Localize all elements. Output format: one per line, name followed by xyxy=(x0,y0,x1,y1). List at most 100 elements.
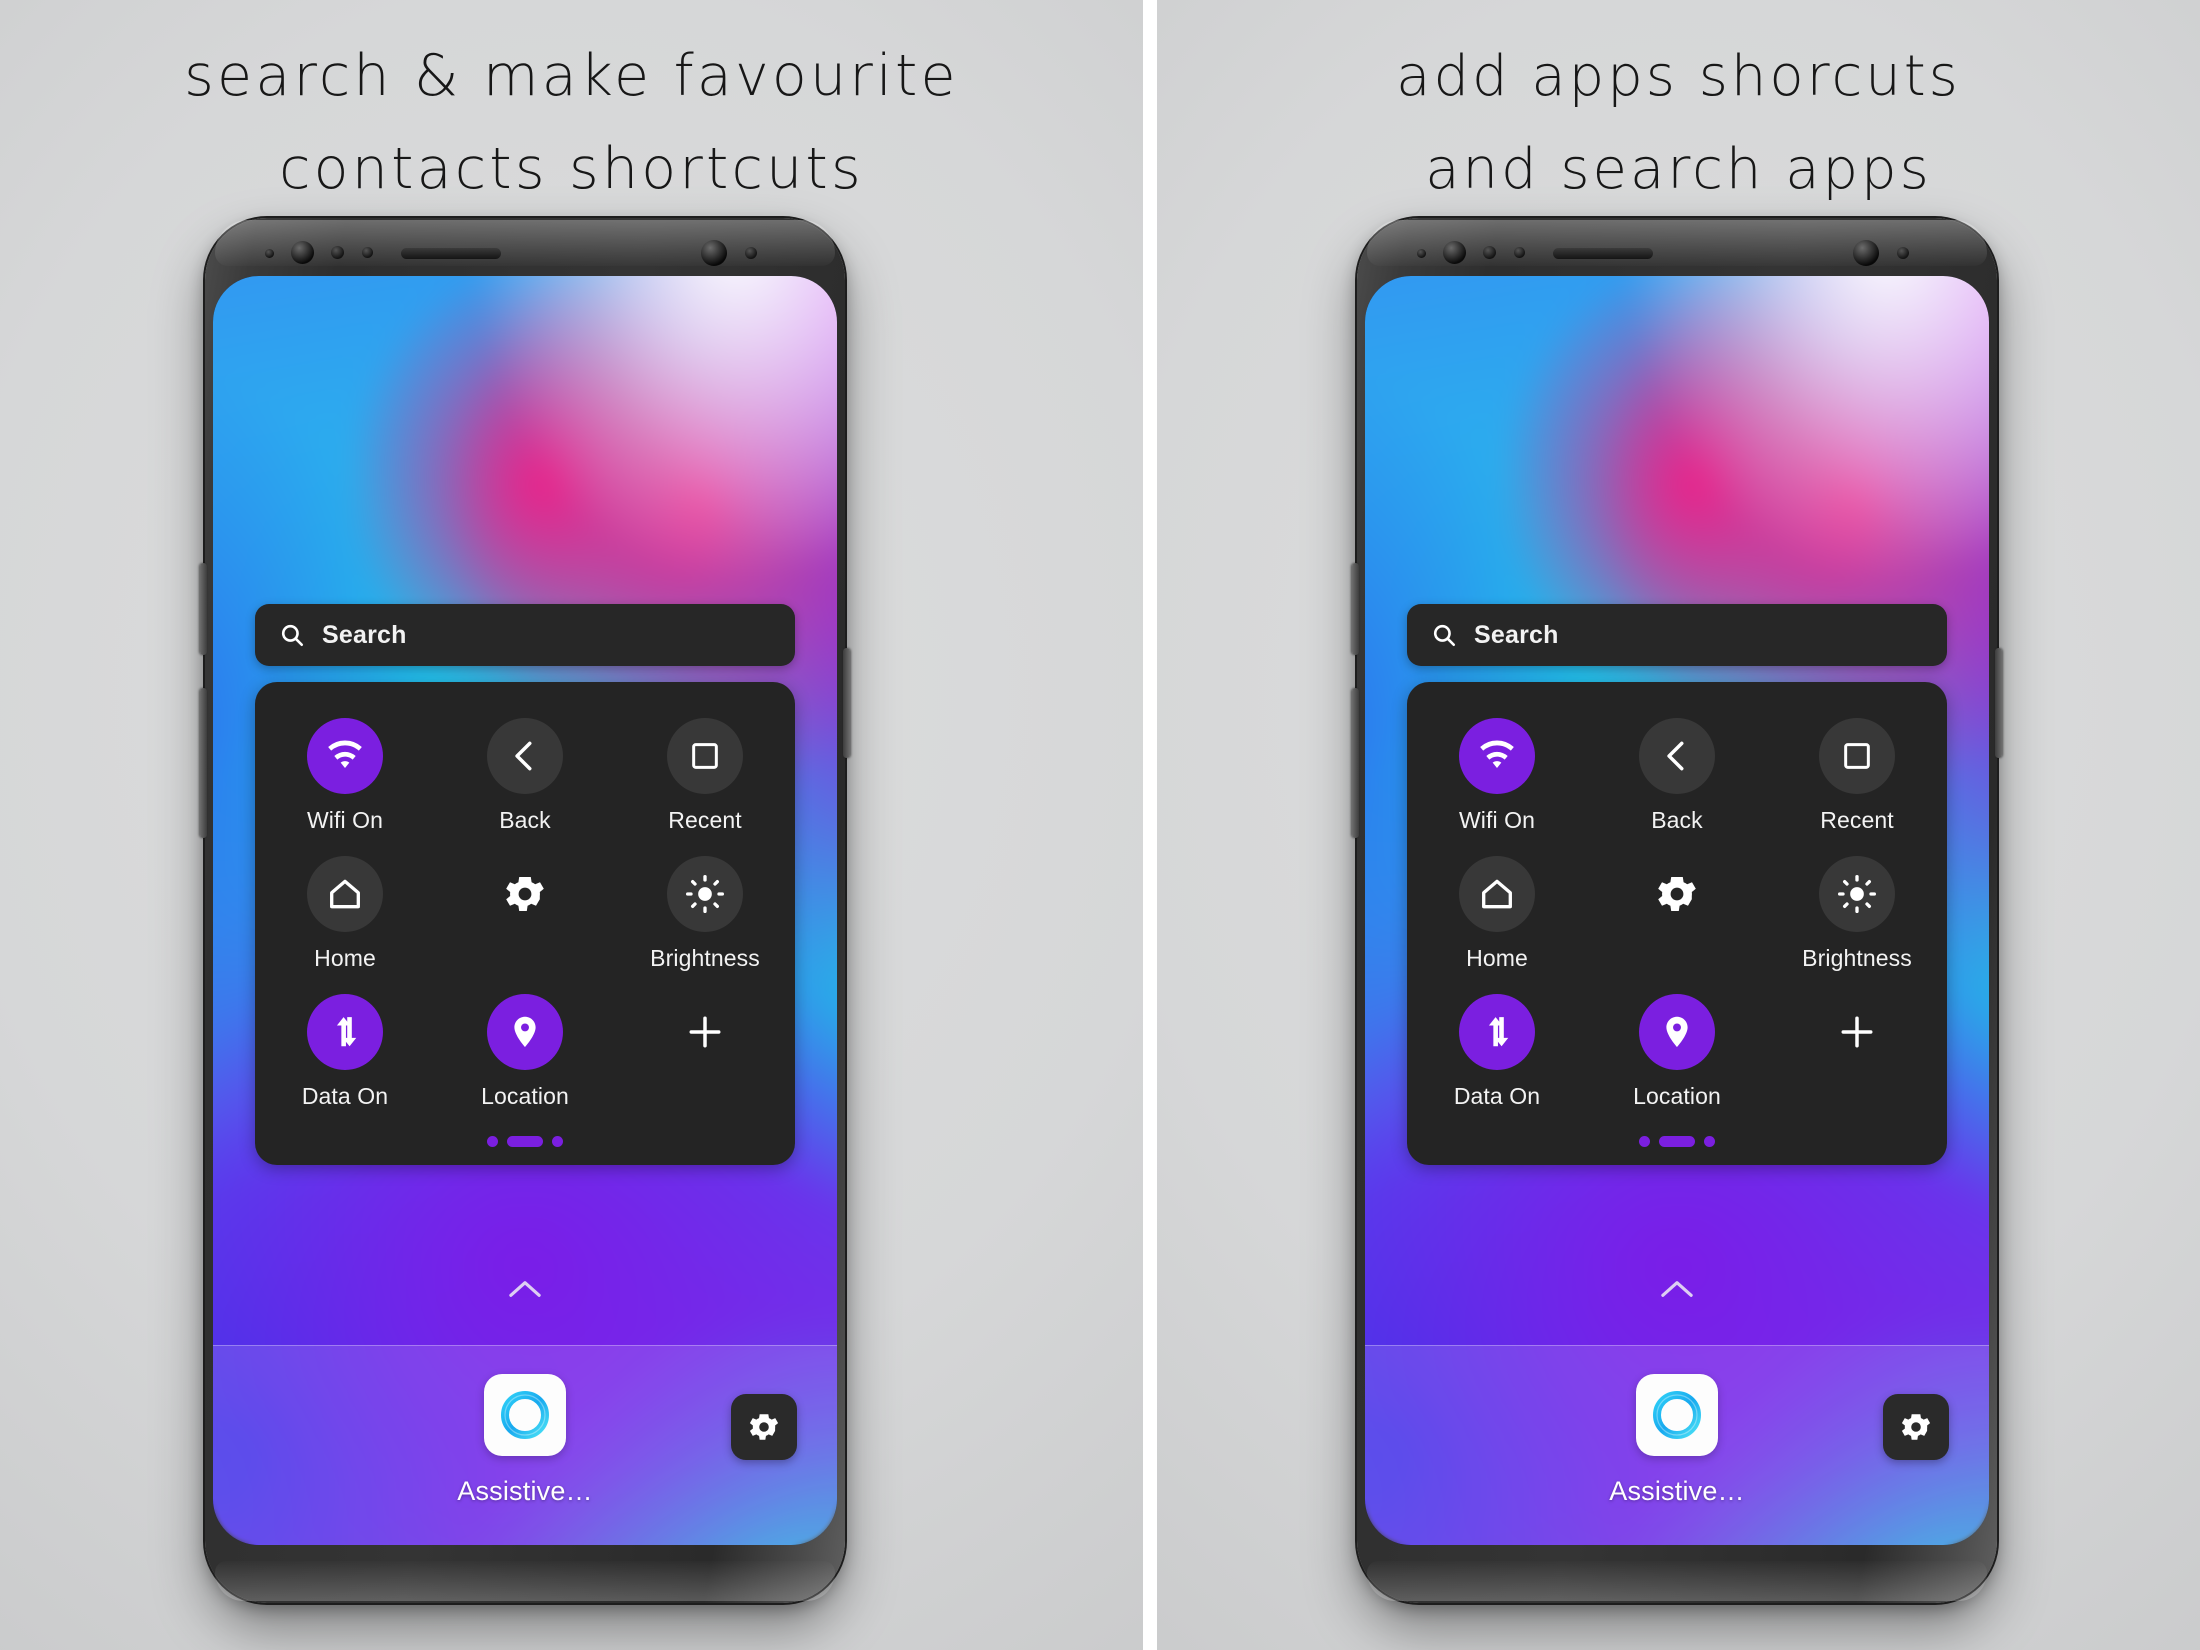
location-icon xyxy=(1639,994,1715,1070)
shortcut-label: Recent xyxy=(1820,807,1894,833)
app-dock: Assistive… xyxy=(213,1345,837,1545)
shortcut-home[interactable]: Home xyxy=(255,856,435,972)
wifi-icon xyxy=(307,718,383,794)
screenshot-stage: search & make favourite contacts shortcu… xyxy=(0,0,2200,1650)
expand-handle[interactable] xyxy=(1365,1278,1989,1300)
back-icon xyxy=(1639,718,1715,794)
search-icon xyxy=(1431,622,1457,648)
shortcut-label: Location xyxy=(1633,1083,1721,1109)
recent-icon xyxy=(1819,718,1895,794)
data-icon xyxy=(307,994,383,1070)
app-label: Assistive… xyxy=(457,1476,593,1506)
brightness-icon xyxy=(667,856,743,932)
search-icon xyxy=(279,622,305,648)
light-sensor-icon xyxy=(362,247,373,258)
sensor-cluster xyxy=(205,240,845,266)
proximity-sensor-icon xyxy=(1483,246,1496,259)
shortcut-label: Wifi On xyxy=(306,807,384,833)
page-dot-active[interactable] xyxy=(1659,1136,1695,1147)
shortcut-settings[interactable] xyxy=(1587,856,1767,972)
shortcut-recent[interactable]: Recent xyxy=(615,718,795,834)
search-placeholder: Search xyxy=(1474,620,1559,649)
search-input[interactable]: Search xyxy=(255,604,795,666)
shortcut-home[interactable]: Home xyxy=(1407,856,1587,972)
shortcut-brightness[interactable]: Brightness xyxy=(1767,856,1947,972)
home-icon xyxy=(1459,856,1535,932)
page-dot-active[interactable] xyxy=(507,1136,543,1147)
power-button[interactable] xyxy=(1995,648,2002,758)
shortcut-label: Home xyxy=(314,945,376,971)
home-icon xyxy=(307,856,383,932)
power-button[interactable] xyxy=(843,648,850,758)
shortcut-label: Back xyxy=(499,807,551,833)
chevron-up-icon xyxy=(506,1278,544,1300)
shortcut-wifi[interactable]: Wifi On xyxy=(1407,718,1587,834)
proximity-sensor-icon xyxy=(331,246,344,259)
app-dock: Assistive… xyxy=(1365,1345,1989,1545)
page-indicator[interactable] xyxy=(1407,1136,1947,1147)
dock-settings-button[interactable] xyxy=(731,1394,797,1460)
shortcut-label: Brightness xyxy=(1802,945,1912,971)
back-icon xyxy=(487,718,563,794)
shortcut-location[interactable]: Location xyxy=(435,994,615,1110)
panel-caption: search & make favourite contacts shortcu… xyxy=(184,43,959,202)
dock-settings-button[interactable] xyxy=(1883,1394,1949,1460)
iris-scanner-icon xyxy=(1443,241,1466,264)
plus-icon xyxy=(667,994,743,1070)
bixby-button[interactable] xyxy=(1352,563,1359,655)
shortcut-brightness[interactable]: Brightness xyxy=(615,856,795,972)
shortcut-add[interactable] xyxy=(615,994,795,1110)
gear-icon xyxy=(1898,1409,1934,1445)
gear-icon xyxy=(1639,856,1715,932)
shortcut-label: Data On xyxy=(301,1083,389,1109)
data-icon xyxy=(1459,994,1535,1070)
earpiece-speaker-icon xyxy=(1553,248,1653,259)
shortcut-label: Location xyxy=(481,1083,569,1109)
sensor-cluster xyxy=(1357,240,1997,266)
shortcut-back[interactable]: Back xyxy=(435,718,615,834)
sensor-dot-icon xyxy=(1417,249,1426,258)
volume-button[interactable] xyxy=(1352,688,1359,838)
iris-scanner-icon xyxy=(291,241,314,264)
wifi-icon xyxy=(1459,718,1535,794)
shortcut-wifi[interactable]: Wifi On xyxy=(255,718,435,834)
shortcut-label: Data On xyxy=(1453,1083,1541,1109)
expand-handle[interactable] xyxy=(213,1278,837,1300)
page-dot[interactable] xyxy=(1639,1136,1650,1147)
shortcut-label: Home xyxy=(1466,945,1528,971)
shortcut-data[interactable]: Data On xyxy=(255,994,435,1110)
panel-caption: add apps shorcuts and search apps xyxy=(1396,44,1961,202)
brightness-icon xyxy=(1819,856,1895,932)
shortcut-label: Wifi On xyxy=(1458,807,1536,833)
volume-button[interactable] xyxy=(200,688,207,838)
page-dot[interactable] xyxy=(487,1136,498,1147)
shortcut-back[interactable]: Back xyxy=(1587,718,1767,834)
sensor-dot-icon xyxy=(265,249,274,258)
page-dot[interactable] xyxy=(552,1136,563,1147)
phone-screen: Search Wifi On Back Recent Home Brightne… xyxy=(213,276,837,1545)
shortcut-data[interactable]: Data On xyxy=(1407,994,1587,1110)
shortcut-location[interactable]: Location xyxy=(1587,994,1767,1110)
led-indicator-icon xyxy=(1897,247,1909,259)
shortcut-add[interactable] xyxy=(1767,994,1947,1110)
plus-icon xyxy=(1819,994,1895,1070)
panel-divider xyxy=(1143,0,1157,1650)
shortcut-settings[interactable] xyxy=(435,856,615,972)
page-dot[interactable] xyxy=(1704,1136,1715,1147)
assistive-touch-icon[interactable] xyxy=(484,1374,566,1456)
app-label: Assistive… xyxy=(1609,1476,1745,1506)
gear-icon xyxy=(487,856,563,932)
shortcut-recent[interactable]: Recent xyxy=(1767,718,1947,834)
page-indicator[interactable] xyxy=(255,1136,795,1147)
shortcut-grid: Wifi On Back Recent Home Brightness Data… xyxy=(1407,718,1947,1110)
chevron-up-icon xyxy=(1658,1278,1696,1300)
bixby-button[interactable] xyxy=(200,563,207,655)
shortcut-panel: Wifi On Back Recent Home Brightness Data… xyxy=(1407,682,1947,1165)
search-input[interactable]: Search xyxy=(1407,604,1947,666)
search-placeholder: Search xyxy=(322,620,407,649)
assistive-touch-icon[interactable] xyxy=(1636,1374,1718,1456)
shortcut-label: Recent xyxy=(668,807,742,833)
shortcut-panel: Wifi On Back Recent Home Brightness Data… xyxy=(255,682,795,1165)
gear-icon xyxy=(746,1409,782,1445)
location-icon xyxy=(487,994,563,1070)
